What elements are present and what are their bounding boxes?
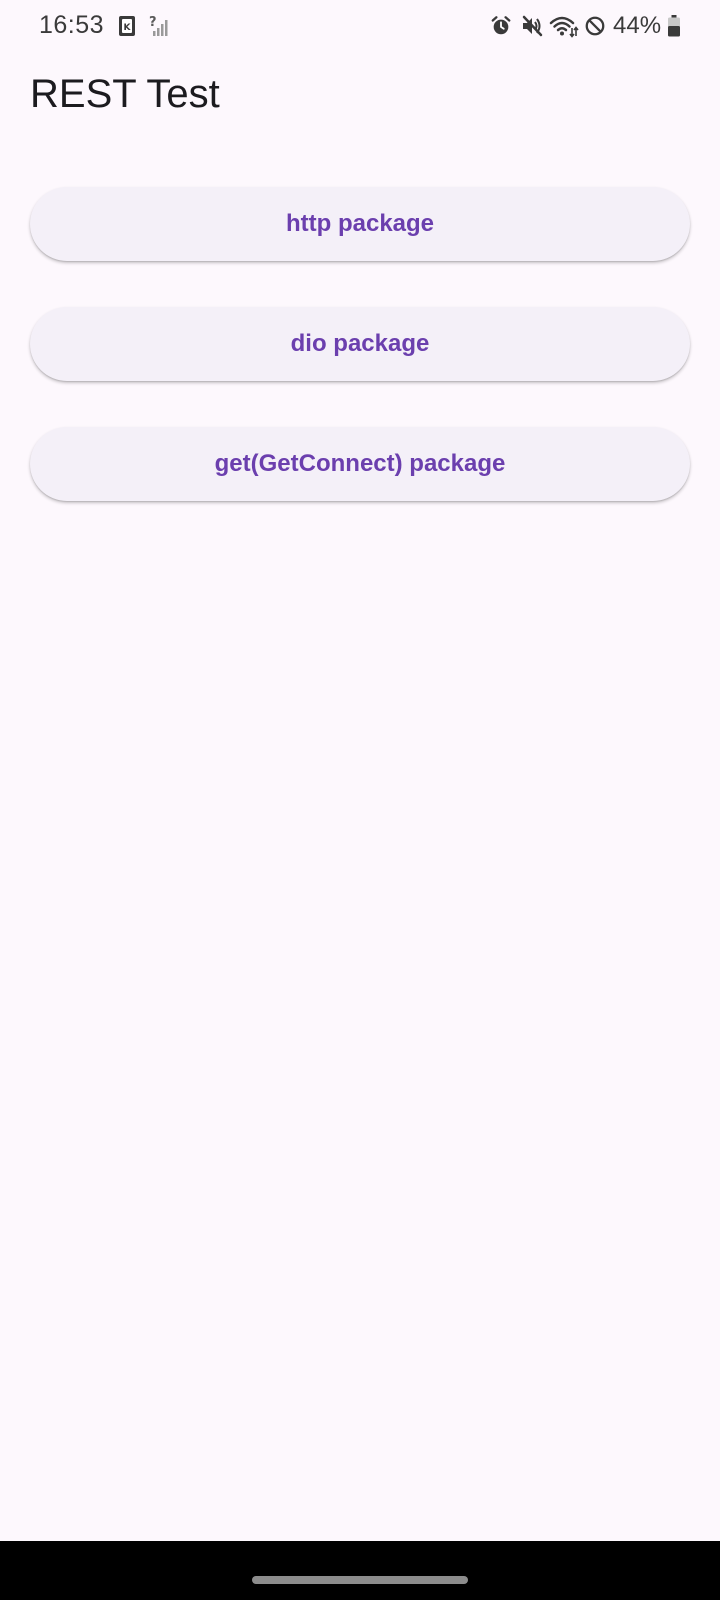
dio-package-button[interactable]: dio package: [30, 307, 690, 381]
http-package-button[interactable]: http package: [30, 187, 690, 261]
mute-icon: [522, 15, 543, 37]
system-navigation-bar: [0, 1541, 720, 1600]
status-bar: 16:53 K ? 44%: [0, 0, 720, 56]
getconnect-package-button[interactable]: get(GetConnect) package: [30, 427, 690, 501]
k-notification-icon: K: [119, 16, 135, 36]
battery-icon: [668, 15, 680, 37]
svg-text:K: K: [124, 23, 132, 33]
alarm-icon: [491, 16, 511, 35]
wifi-icon: [549, 16, 579, 38]
app-title: REST Test: [30, 72, 220, 116]
home-gesture-handle[interactable]: [252, 1576, 468, 1584]
battery-percentage: 44%: [613, 12, 662, 39]
no-sim-signal-icon: ?: [149, 15, 168, 36]
svg-text:?: ?: [149, 15, 157, 30]
status-time: 16:53: [39, 11, 105, 39]
do-not-disturb-icon: [585, 16, 605, 36]
